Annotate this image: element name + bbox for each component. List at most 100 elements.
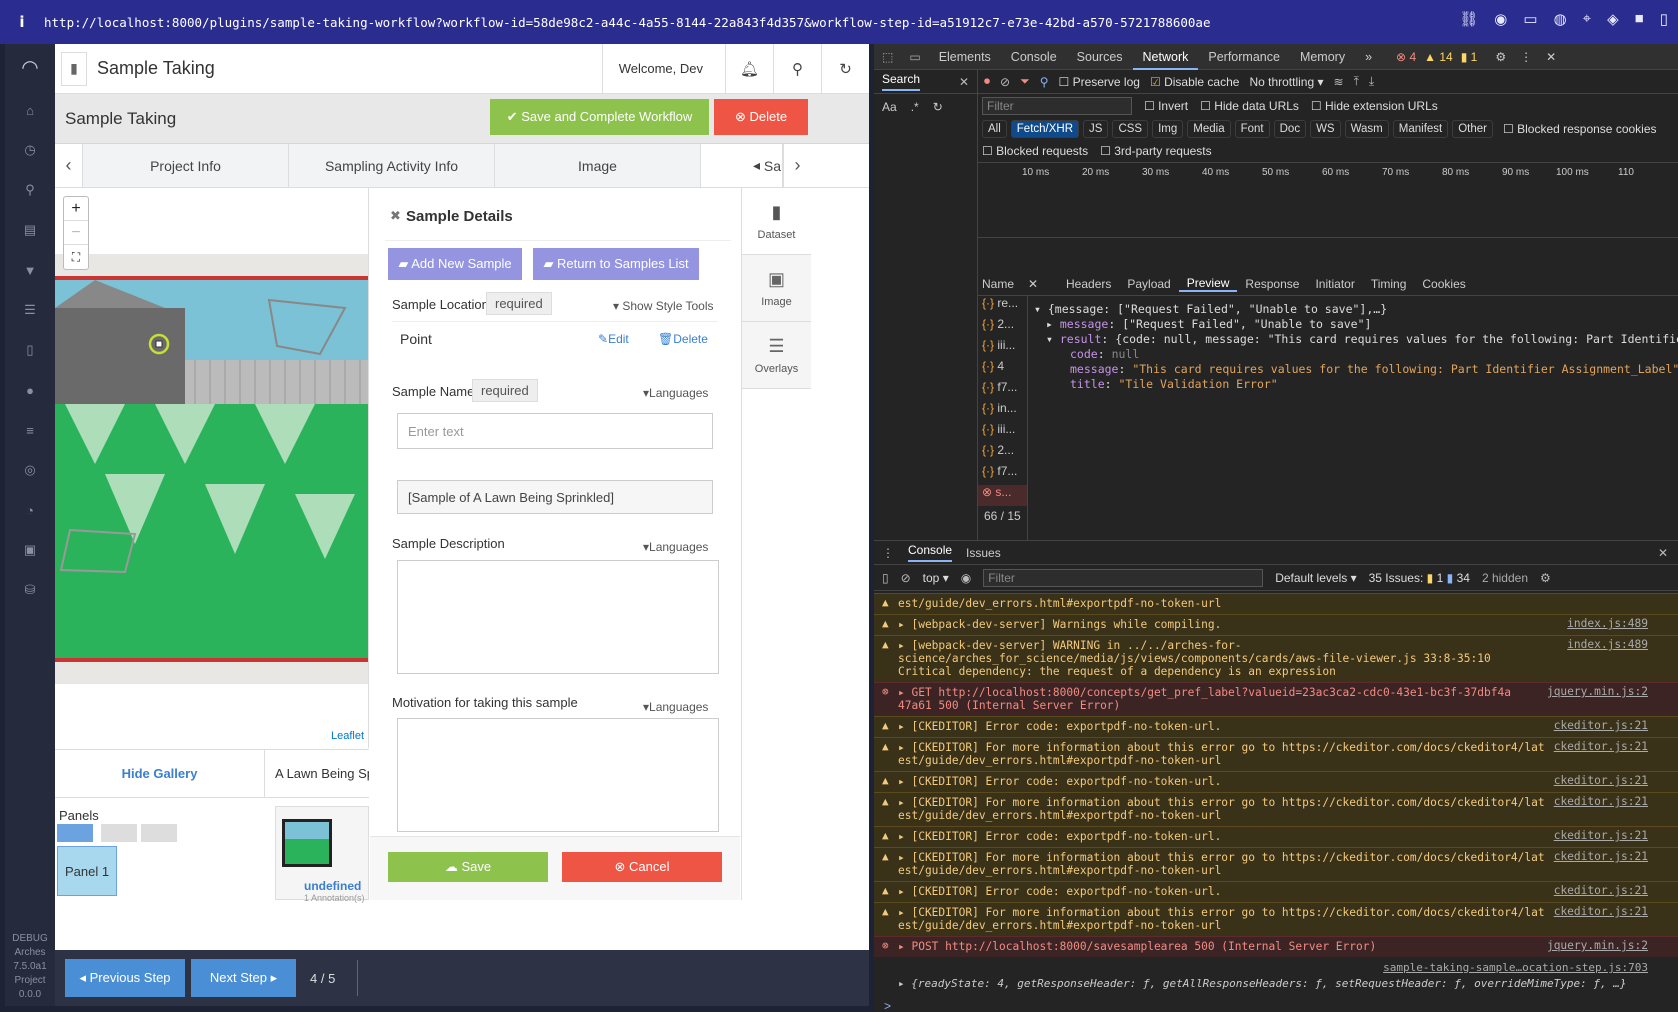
request-row[interactable]: {·} 4: [978, 359, 1027, 380]
log-levels-select[interactable]: Default levels ▾: [1275, 571, 1356, 585]
request-row[interactable]: {·} f7...: [978, 380, 1027, 401]
file-icon[interactable]: ▤: [5, 210, 55, 250]
chip-font[interactable]: Font: [1234, 120, 1270, 138]
delete-point-link[interactable]: 🗑︎Delete: [658, 332, 708, 346]
devtools-tab-network[interactable]: Network: [1132, 44, 1199, 70]
drawer-tab-console[interactable]: Console: [908, 543, 953, 562]
chip-other[interactable]: Other: [1452, 120, 1493, 138]
devtools-tab-sources[interactable]: Sources: [1067, 44, 1133, 70]
dataset-card[interactable]: ▮ Dataset: [742, 188, 811, 255]
panel-swatch-3[interactable]: [141, 824, 177, 842]
detail-tab-preview[interactable]: Preview: [1178, 276, 1238, 292]
tab-sample[interactable]: ◂ Sam: [701, 144, 783, 187]
invert-checkbox[interactable]: ☐ Invert: [1144, 99, 1188, 113]
url-text[interactable]: http://localhost:8000/plugins/sample-tak…: [44, 15, 1210, 30]
network-filter-input[interactable]: Filter: [982, 97, 1132, 115]
chip-media[interactable]: Media: [1187, 120, 1231, 138]
request-row[interactable]: {·} 2...: [978, 317, 1027, 338]
close-devtools-icon[interactable]: ✕: [1546, 50, 1556, 64]
chip-js[interactable]: JS: [1083, 120, 1109, 138]
save-complete-workflow-button[interactable]: ✔ Save and Complete Workflow: [490, 99, 709, 135]
chip-fetch-xhr[interactable]: Fetch/XHR: [1010, 120, 1080, 138]
issues-summary[interactable]: 35 Issues: ▮ 1 ▮ 34: [1369, 571, 1470, 585]
close-drawer-icon[interactable]: ✕: [1658, 546, 1668, 560]
search-icon[interactable]: ⚲: [5, 170, 55, 210]
lawn-painting-image[interactable]: [55, 254, 369, 684]
warning-count[interactable]: ▲ 14: [1424, 50, 1453, 64]
welcome-user[interactable]: Welcome, Dev: [601, 44, 719, 94]
upload-icon[interactable]: ⤒: [1354, 74, 1359, 89]
chip-img[interactable]: Img: [1152, 120, 1184, 138]
clear-console-icon[interactable]: ⊘: [901, 571, 911, 585]
refresh-icon[interactable]: ↻: [821, 44, 869, 94]
console-source-link[interactable]: index.js:489: [1567, 617, 1648, 630]
tabs-prev-arrow-icon[interactable]: ‹: [55, 144, 83, 187]
inspect-icon[interactable]: ⬚: [874, 50, 901, 64]
search-icon[interactable]: ⚲: [1040, 75, 1049, 89]
chip-manifest[interactable]: Manifest: [1392, 120, 1449, 138]
edit-point-link[interactable]: ✎Edit: [598, 332, 629, 346]
third-party-checkbox[interactable]: ☐ 3rd-party requests: [1100, 144, 1211, 158]
sample-name-languages-toggle[interactable]: ▾Languages: [643, 386, 708, 400]
globe-icon[interactable]: ◍: [1554, 10, 1567, 28]
console-error-row[interactable]: ⊗ ▸ POST http://localhost:8000/savesample…: [874, 936, 1678, 957]
console-source-link[interactable]: sample-taking-sample…ocation-step.js:703: [1383, 961, 1648, 974]
sidebar-toggle-icon[interactable]: ▯: [882, 571, 889, 585]
console-source-link[interactable]: ckeditor.js:21: [1554, 795, 1648, 808]
panel-swatch-1[interactable]: [57, 824, 93, 842]
console-prompt[interactable]: >: [884, 999, 891, 1012]
image-card[interactable]: ▣ Image: [742, 255, 811, 322]
add-new-sample-button[interactable]: ▰ Add New Sample: [388, 248, 522, 280]
return-to-samples-list-button[interactable]: ▰ Return to Samples List: [533, 248, 699, 280]
eye-icon[interactable]: ◉: [961, 571, 971, 585]
console-warning-row[interactable]: ▲ ▸ [CKEDITOR] For more information about…: [874, 737, 1678, 771]
request-row[interactable]: {·} iii...: [978, 338, 1027, 359]
devtools-tab-console[interactable]: Console: [1001, 44, 1067, 70]
clock-icon[interactable]: ◷: [5, 130, 55, 170]
gallery-thumbnail-card[interactable]: undefined 1 Annotation(s): [275, 806, 369, 903]
console-warning-row[interactable]: ▲ ▸ [CKEDITOR] Error code: exportpdf-no-t…: [874, 716, 1678, 737]
zoom-in-button[interactable]: +: [64, 197, 88, 221]
match-case-toggle[interactable]: Aa: [882, 100, 897, 114]
info-icon[interactable]: i: [0, 13, 44, 31]
mobile-icon[interactable]: ▯: [5, 330, 55, 370]
column-name[interactable]: Name: [978, 277, 1028, 291]
link-icon[interactable]: ⛓: [1459, 10, 1478, 28]
tabs-next-arrow-icon[interactable]: ›: [783, 144, 811, 187]
detail-tab-cookies[interactable]: Cookies: [1414, 277, 1473, 291]
leaflet-attribution[interactable]: Leaflet: [331, 730, 364, 742]
extension-icon[interactable]: ◈: [1607, 10, 1619, 28]
chip-doc[interactable]: Doc: [1273, 120, 1307, 138]
console-warning-row[interactable]: ▲ ▸ [CKEDITOR] For more information about…: [874, 847, 1678, 881]
console-source-link[interactable]: jquery.min.js:2: [1547, 939, 1648, 952]
console-source-link[interactable]: ckeditor.js:21: [1554, 774, 1648, 787]
search-icon[interactable]: ⚲: [773, 44, 821, 94]
next-step-button[interactable]: Next Step ▸: [191, 959, 296, 997]
devtools-tab-elements[interactable]: Elements: [929, 44, 1001, 70]
console-source-link[interactable]: ckeditor.js:21: [1554, 719, 1648, 732]
previous-step-button[interactable]: ◂ Previous Step: [65, 959, 185, 997]
record-stop-icon[interactable]: ⏺: [984, 74, 990, 89]
console-warning-row[interactable]: ▲ ▸ [webpack-dev-server] Warnings while c…: [874, 614, 1678, 635]
panel-1-button[interactable]: Panel 1: [57, 846, 117, 896]
pie-chart-icon[interactable]: ◔: [5, 490, 55, 530]
request-row[interactable]: {·} f7...: [978, 464, 1027, 485]
sample-name-display-field[interactable]: [Sample of A Lawn Being Sprinkled]: [397, 480, 713, 514]
blocked-cookies-checkbox[interactable]: ☐ Blocked response cookies: [1503, 122, 1657, 136]
arches-logo-icon[interactable]: ◠: [5, 44, 55, 90]
chip-css[interactable]: CSS: [1112, 120, 1149, 138]
hide-gallery-button[interactable]: Hide Gallery: [55, 750, 265, 798]
preserve-log-checkbox[interactable]: ☐ Preserve log: [1058, 75, 1139, 89]
image-icon[interactable]: ▣: [5, 530, 55, 570]
console-error-row[interactable]: ⊗ ▸ GET http://localhost:8000/concepts/ge…: [874, 682, 1678, 716]
settings-gear-icon[interactable]: ⚙: [1495, 50, 1506, 64]
request-row[interactable]: {·} iii...: [978, 422, 1027, 443]
sample-name-input[interactable]: Enter text: [397, 413, 713, 449]
hide-data-urls-checkbox[interactable]: ☐ Hide data URLs: [1200, 99, 1299, 113]
detail-tab-timing[interactable]: Timing: [1363, 277, 1415, 291]
wifi-icon[interactable]: ≋: [1334, 75, 1344, 89]
zoom-out-button[interactable]: −: [64, 221, 88, 245]
crosshair-icon[interactable]: ⌖: [1583, 10, 1591, 28]
fullscreen-icon[interactable]: ⛶: [64, 245, 88, 269]
map-viewer[interactable]: + − ⛶ Leaflet: [55, 188, 369, 748]
